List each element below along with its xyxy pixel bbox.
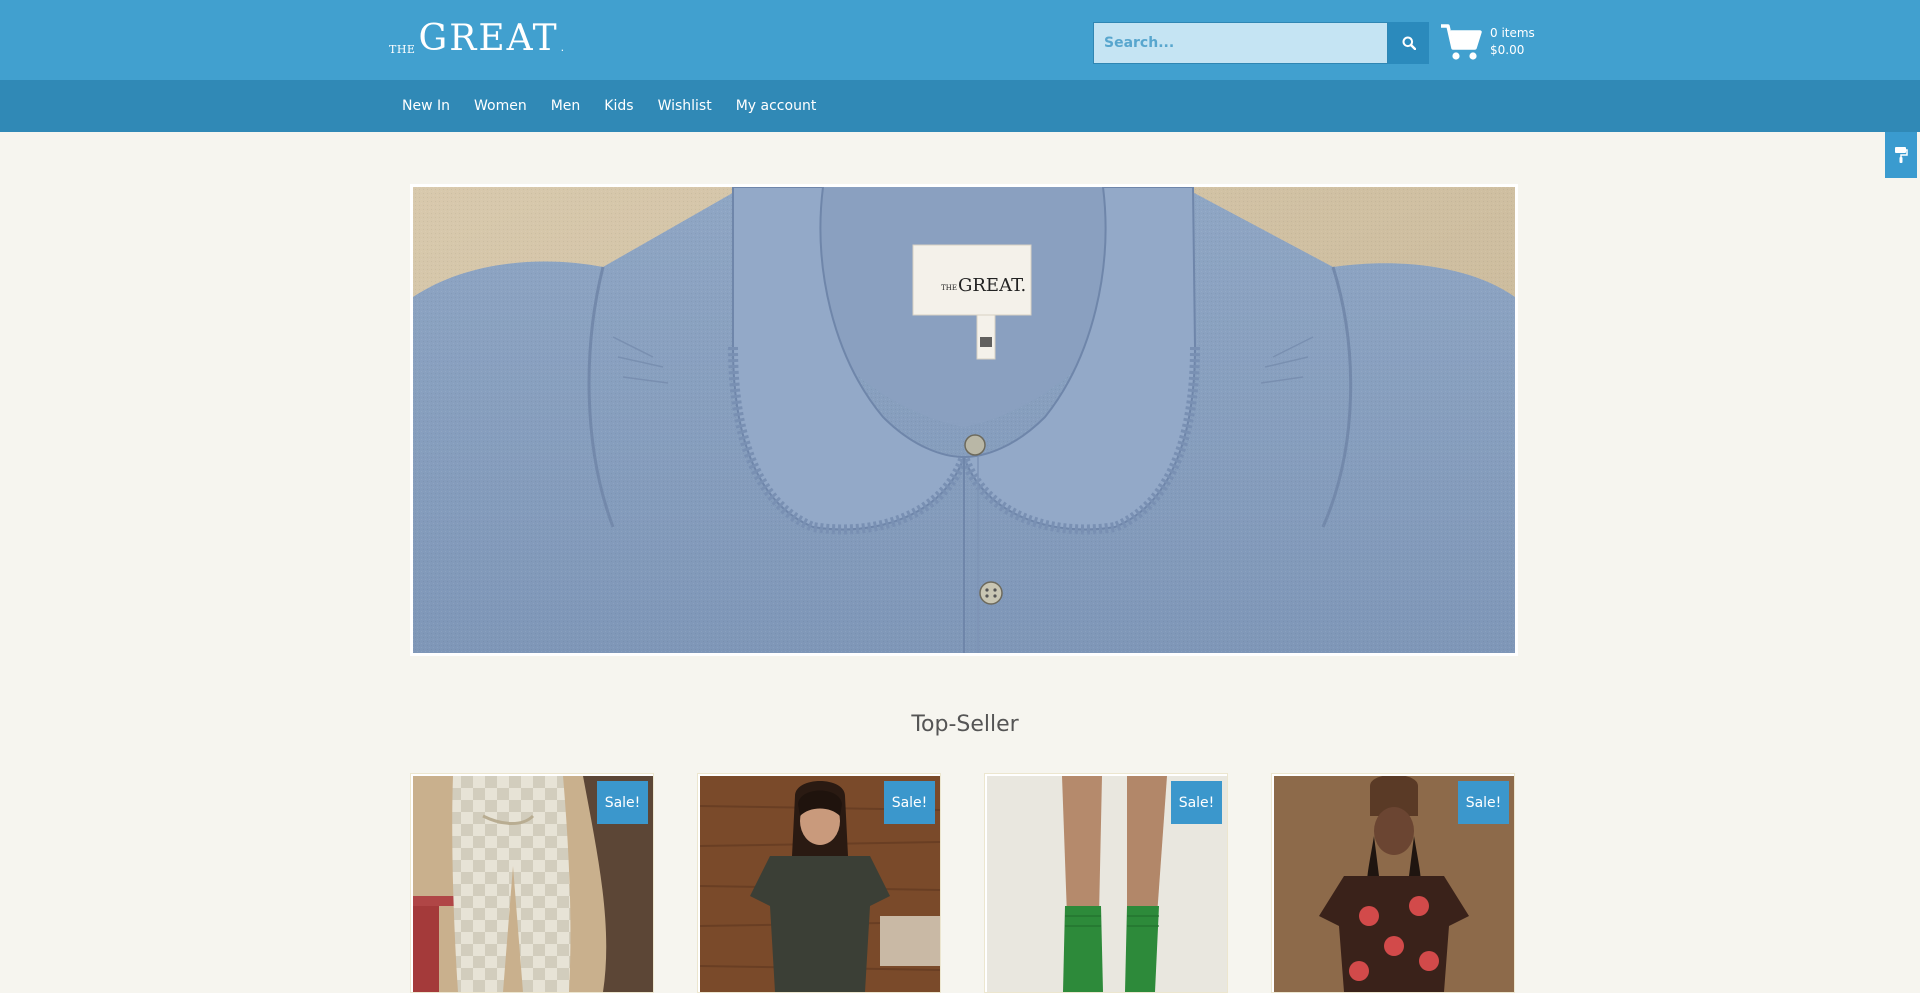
customizer-tab[interactable] (1885, 132, 1917, 178)
product-card[interactable]: Sale! (697, 773, 941, 993)
nav-item-kids[interactable]: Kids (592, 98, 645, 114)
hero-image: THE GREAT. (413, 187, 1515, 653)
sale-badge: Sale! (597, 781, 648, 824)
logo-dot: . (560, 41, 565, 54)
search-button[interactable] (1388, 22, 1429, 64)
section-title: Top-Seller (911, 712, 1019, 737)
cart-item-count: 0 items (1490, 26, 1535, 40)
site-logo[interactable]: THE GREAT . (389, 18, 564, 58)
logo-name: GREAT (418, 18, 559, 59)
cart-total: $0.00 (1490, 43, 1525, 57)
sale-badge: Sale! (1458, 781, 1509, 824)
search-icon (1402, 36, 1416, 50)
paint-roller-icon (1895, 147, 1908, 163)
nav-item-men[interactable]: Men (539, 98, 593, 114)
nav-list: New In Women Men Kids Wishlist My accoun… (390, 80, 828, 132)
cart-summary[interactable]: 0 items $0.00 (1440, 20, 1535, 64)
hero-banner[interactable]: THE GREAT. (410, 184, 1518, 656)
nav-item-my-account[interactable]: My account (724, 98, 829, 114)
product-card[interactable]: Sale! (410, 773, 654, 993)
search-input[interactable] (1093, 22, 1388, 64)
site-header: THE GREAT . 0 items $0.00 (0, 0, 1920, 80)
nav-item-women[interactable]: Women (462, 98, 539, 114)
main-navigation: New In Women Men Kids Wishlist My accoun… (0, 80, 1920, 132)
hero-label-name: GREAT. (958, 275, 1026, 296)
logo-the: THE (389, 43, 416, 56)
product-card[interactable]: Sale! (1271, 773, 1515, 993)
shopping-cart-icon (1441, 24, 1482, 60)
cart-text: 0 items $0.00 (1490, 25, 1535, 59)
hero-label-the: THE (941, 284, 957, 292)
search-form (1093, 22, 1429, 64)
nav-item-wishlist[interactable]: Wishlist (646, 98, 724, 114)
nav-item-new-in[interactable]: New In (390, 98, 462, 114)
sale-badge: Sale! (1171, 781, 1222, 824)
product-card[interactable]: Sale! (984, 773, 1228, 993)
sale-badge: Sale! (884, 781, 935, 824)
